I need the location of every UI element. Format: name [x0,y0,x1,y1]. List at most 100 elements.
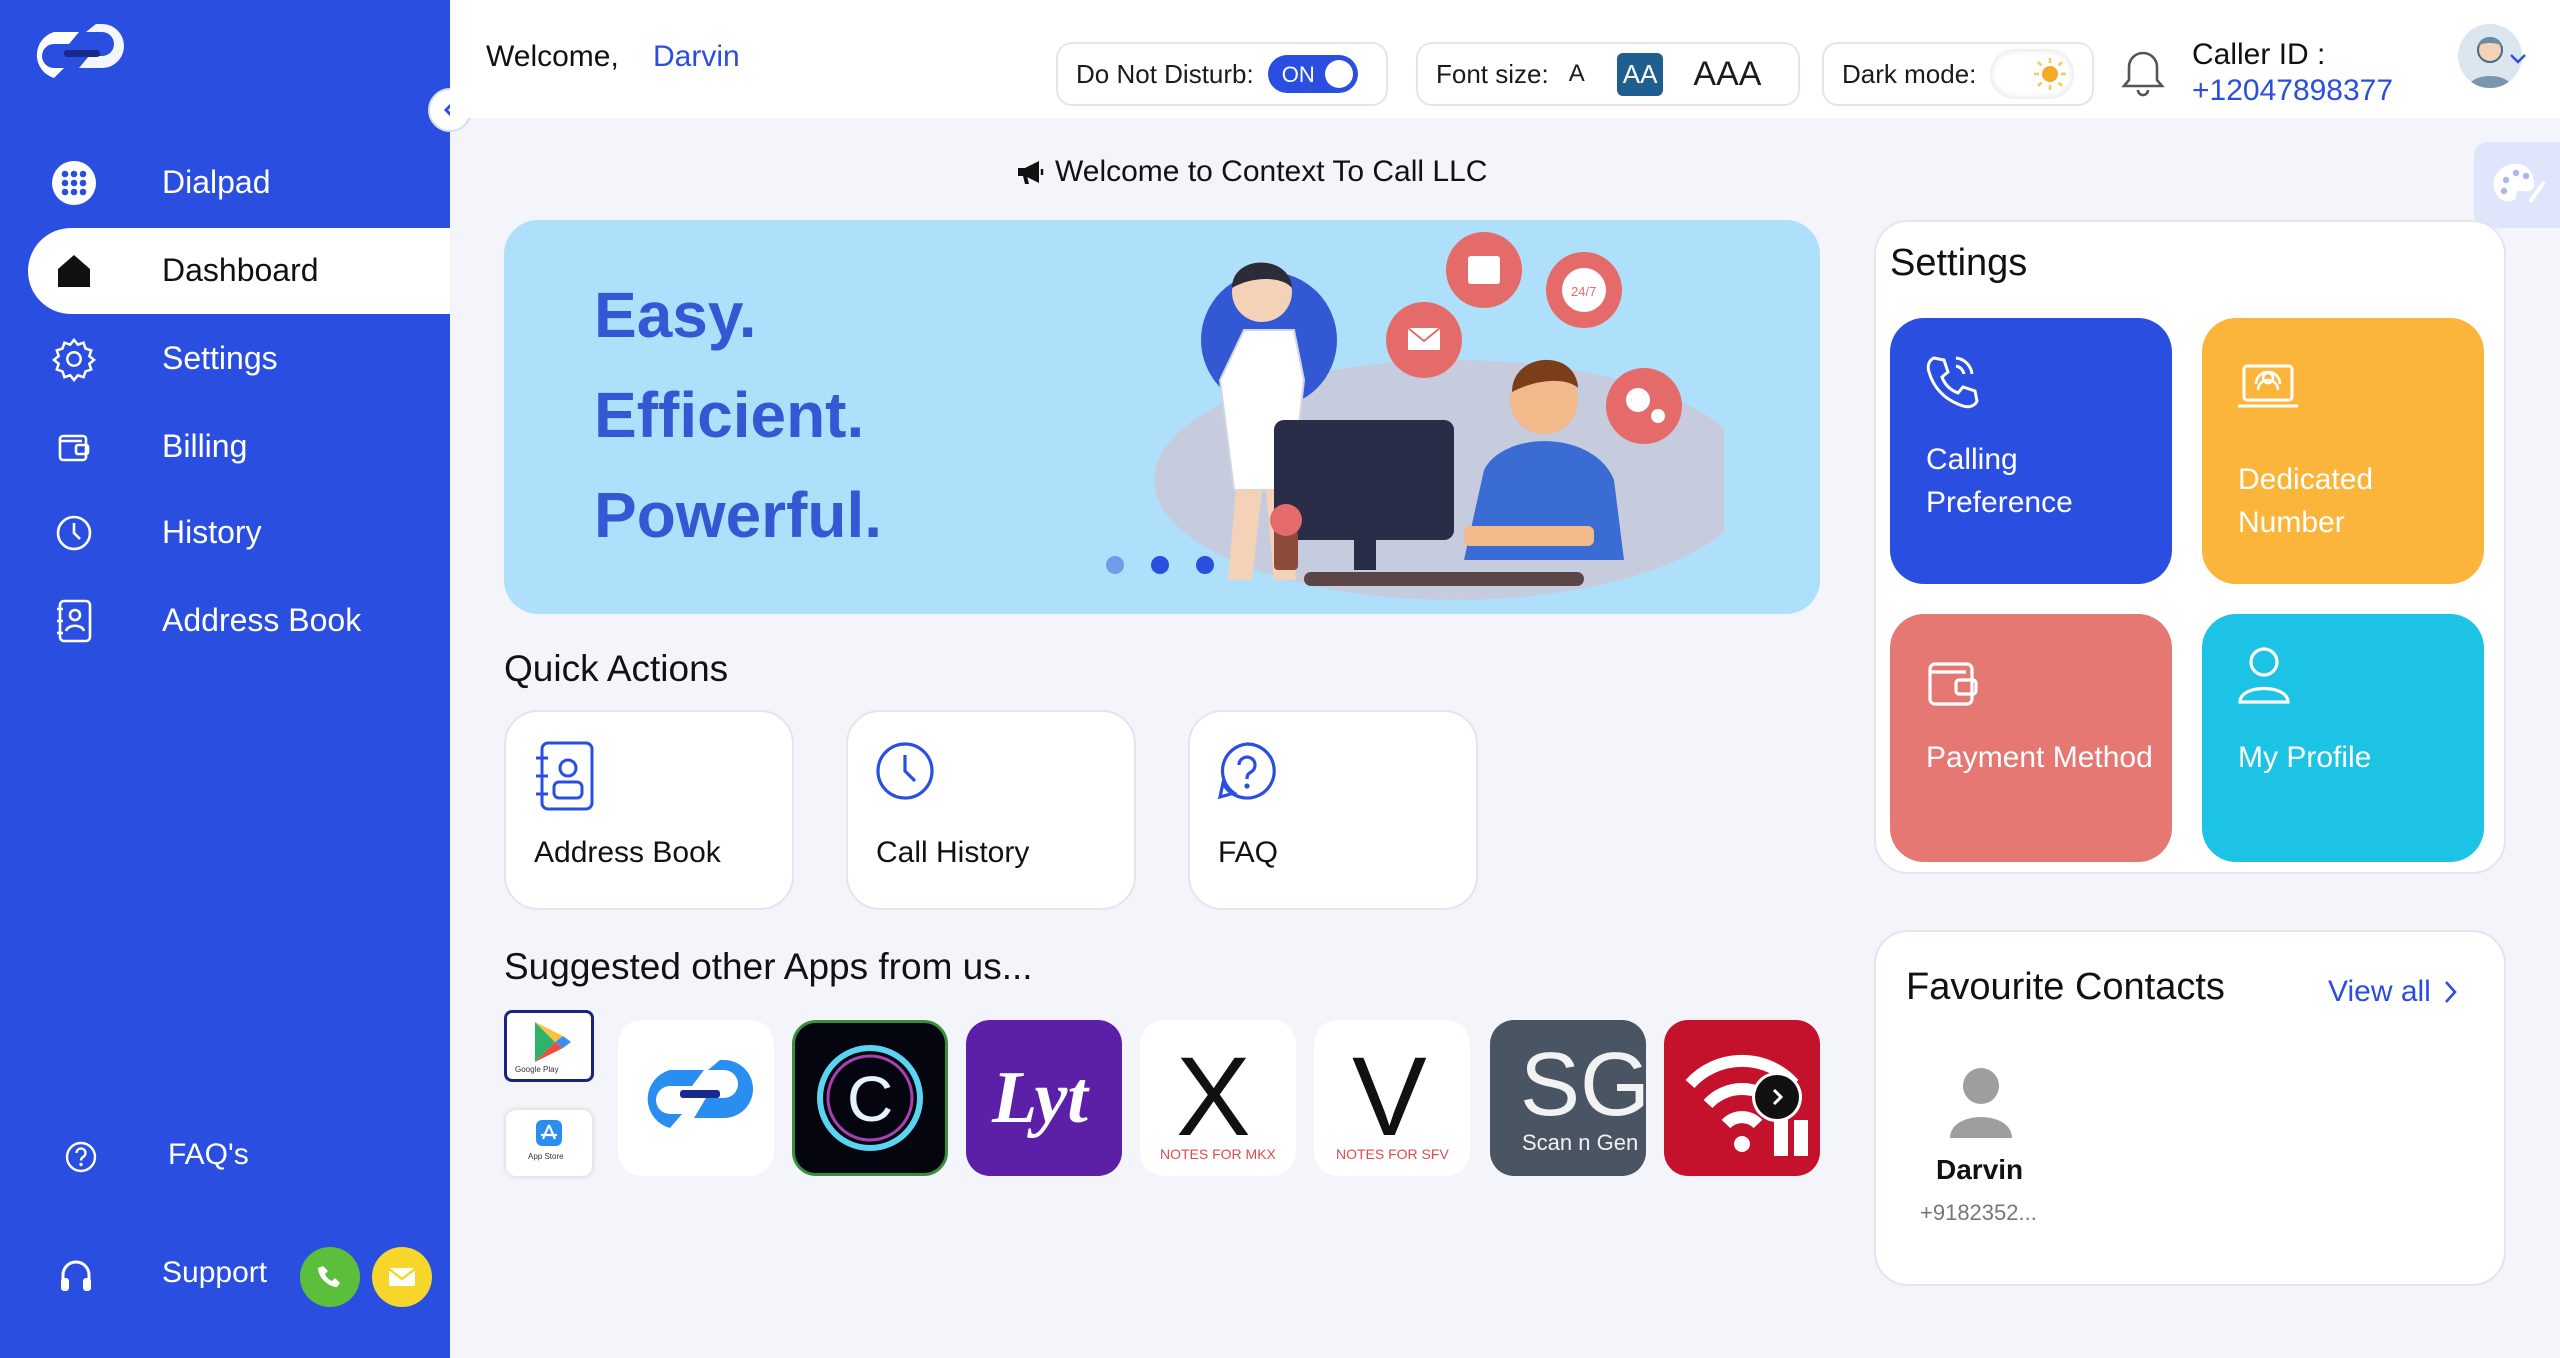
app-store-icon [536,1120,562,1146]
app-tile-text: V [1352,1034,1427,1159]
app-tile-caption: Scan n Gen [1522,1130,1639,1155]
dnd-control: Do Not Disturb: ON [1056,42,1388,106]
settings-panel-title: Settings [1890,242,2028,284]
caller-id-number[interactable]: +12047898377 [2192,74,2393,108]
app-tile-text: C [847,1063,893,1135]
nav-item-dashboard[interactable]: Dashboard [28,228,450,314]
app-tile-text: SG [1520,1035,1646,1135]
dnd-state: ON [1281,62,1315,87]
dnd-label: Do Not Disturb: [1076,58,1254,89]
app-store-label: App Store [528,1152,564,1161]
settings-tile-label: Calling Preference [1926,443,2073,519]
settings-tile-label: Dedicated Number [2238,463,2374,539]
theme-palette-button[interactable] [2474,142,2560,228]
carousel-dot[interactable] [1106,556,1124,574]
apps-next-button[interactable] [1752,1072,1802,1122]
announcement-bar: Welcome to Context To Call LLC [1015,152,1487,192]
nav-item-address-book[interactable]: Address Book [0,578,450,664]
quick-action-faq[interactable]: FAQ [1188,710,1478,910]
app-tile-notes-for-sfv[interactable]: V NOTES FOR SFV [1314,1020,1470,1176]
dialpad-icon [52,161,96,205]
palette-icon [2493,164,2546,204]
clock-icon [876,742,934,800]
banner-line: Efficient. [594,379,865,451]
quick-action-call-history[interactable]: Call History [846,710,1136,910]
font-size-medium-button[interactable]: AA [1616,52,1664,96]
settings-tile-label: Payment Method [1926,741,2153,774]
settings-panel: Settings Calling Preference Dedicated Nu… [1874,220,2506,874]
app-logo[interactable] [24,24,134,84]
notification-bell-icon[interactable] [2120,48,2166,98]
welcome-prefix: Welcome, [486,40,619,73]
font-size-label: Font size: [1436,58,1549,89]
faq-label: FAQ's [168,1138,249,1171]
app-tile-lyt[interactable]: Lyt [966,1020,1122,1176]
laptop-support-icon [2238,364,2298,408]
clock-icon [52,511,96,555]
wallet-icon [52,425,96,469]
app-tile-text: X [1176,1034,1251,1159]
carousel-dot[interactable] [1196,556,1214,574]
app-tile-scan-n-gen[interactable]: SG Scan n Gen [1490,1020,1646,1176]
user-icon [2238,647,2290,704]
dark-mode-label: Dark mode: [1842,58,1977,89]
question-icon [65,1141,97,1173]
chevron-right-icon [2444,981,2457,1003]
gear-icon [52,337,96,382]
quick-action-label: Call History [876,836,1030,869]
nav-item-settings[interactable]: Settings [0,316,450,402]
app-store-badge[interactable]: App Store [506,1110,592,1176]
google-play-icon [535,1022,571,1062]
support-link[interactable] [52,1256,166,1296]
font-size-small-button[interactable]: A [1569,60,1585,88]
view-all-link[interactable]: View all [2328,972,2459,1012]
nav-item-history[interactable]: History [0,490,450,576]
banner-line: Easy. [594,279,757,351]
contact-phone: +9182352... [1920,1200,2037,1225]
top-header: Welcome, Darvin Do Not Disturb: ON Font … [450,0,2560,118]
settings-tile-payment-method[interactable]: Payment Method [1890,614,2172,862]
support-mail-button[interactable] [372,1247,432,1307]
app-tile-text: Lyt [992,1057,1088,1139]
quick-action-address-book[interactable]: Address Book [504,710,794,910]
carousel-dot[interactable] [1151,556,1169,574]
settings-tile-calling-preference[interactable]: Calling Preference [1890,318,2172,584]
favourite-contacts-title: Favourite Contacts [1906,966,2225,1008]
wallet-icon [1928,662,1978,706]
google-play-badge[interactable]: Google Play [504,1010,594,1082]
banner-illustration: 24/7 [1154,232,1724,600]
nav-label: Dialpad [162,164,271,200]
font-size-control: Font size: A AA AAA [1416,42,1800,106]
nav-item-dialpad[interactable]: Dialpad [0,140,450,226]
chevron-down-icon[interactable] [2508,52,2528,66]
sidebar: Dialpad Dashboard Settings Billing Histo… [0,0,472,1358]
settings-tile-my-profile[interactable]: My Profile [2202,614,2484,862]
caller-id-label: Caller ID : [2192,38,2326,71]
dark-mode-toggle[interactable] [1990,49,2075,99]
dark-mode-control: Dark mode: [1822,42,2094,106]
mail-icon [388,1268,416,1286]
dnd-toggle[interactable]: ON [1267,55,1358,93]
support-label: Support [162,1256,268,1289]
contact-name: Darvin [1936,1154,2024,1185]
settings-tile-dedicated-number[interactable]: Dedicated Number [2202,318,2484,584]
app-tile-context-to-call[interactable] [618,1020,774,1176]
home-icon [52,249,96,293]
app-tile-c-app[interactable]: C [792,1020,948,1176]
app-tile-notes-for-mkx[interactable]: X NOTES FOR MKX [1140,1020,1296,1176]
font-size-large-button[interactable]: AAA [1693,55,1761,94]
favourite-contact[interactable]: Darvin +9182352... [1906,1064,2106,1264]
view-all-label: View all [2328,975,2431,1008]
nav-item-billing[interactable]: Billing [0,404,450,490]
contact-book-icon [52,599,96,643]
nav-label: Address Book [162,602,362,638]
contact-book-icon [536,741,594,811]
c-app-logo: C [817,1045,923,1151]
nav-label: Dashboard [162,252,319,288]
quick-actions-title: Quick Actions [504,648,729,689]
faq-link[interactable]: FAQ's [60,1136,360,1176]
banner-line: Powerful. [594,479,883,551]
app-tile-caption: NOTES FOR SFV [1336,1146,1449,1162]
support-call-button[interactable] [300,1247,360,1307]
quick-action-label: FAQ [1218,836,1279,869]
